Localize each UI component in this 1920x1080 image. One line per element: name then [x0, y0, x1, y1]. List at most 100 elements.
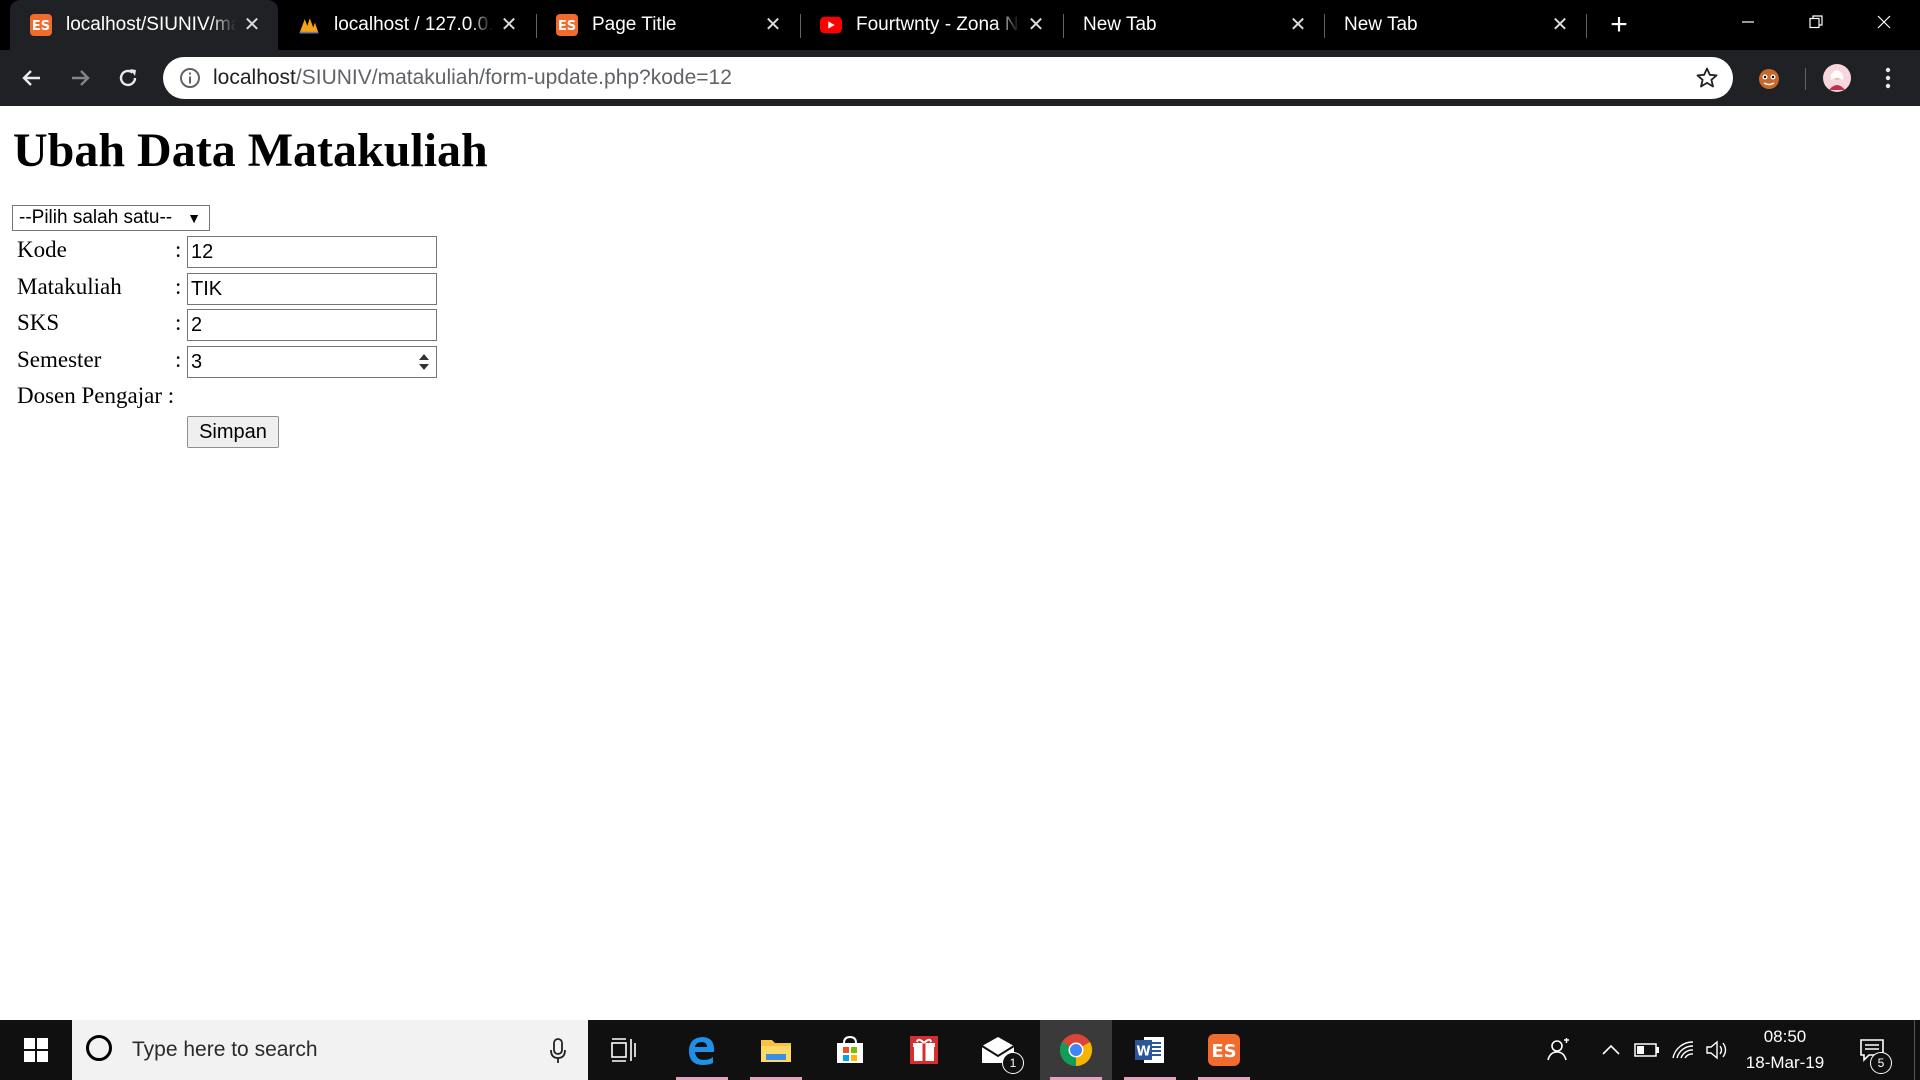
page-title: Ubah Data Matakuliah: [13, 124, 488, 177]
xampp-icon[interactable]: ES: [1188, 1020, 1260, 1080]
battery-icon[interactable]: [1630, 1020, 1664, 1080]
edge-icon[interactable]: [666, 1020, 738, 1080]
svg-text:ES: ES: [558, 19, 576, 34]
microphone-icon[interactable]: [550, 1038, 566, 1064]
tab-title: localhost / 127.0.0.1: [334, 14, 493, 35]
arrow-right-icon: [72, 70, 90, 86]
mail-badge: 1: [1002, 1052, 1024, 1074]
svg-text:W: W: [1136, 1045, 1150, 1060]
label-dosen-text: Dosen Pengajar: [17, 383, 162, 408]
youtube-icon: [820, 14, 842, 36]
close-icon: [1877, 15, 1891, 29]
label-semester: Semester: [17, 347, 102, 372]
close-icon[interactable]: ✕: [1288, 15, 1308, 35]
restore-button[interactable]: [1782, 0, 1850, 44]
more-vert-icon: [1885, 67, 1891, 89]
tab-title: New Tab: [1344, 14, 1418, 35]
taskbar-search[interactable]: Type here to search: [72, 1020, 588, 1080]
store-icon[interactable]: [814, 1020, 886, 1080]
url-path: /SIUNIV/matakuliah/form-update.php?kode=…: [295, 66, 732, 89]
close-icon[interactable]: ✕: [242, 15, 262, 35]
clock[interactable]: 08:50 18-Mar-19: [1730, 1024, 1840, 1076]
dropdown-select[interactable]: --Pilih salah satu-- ▼: [12, 205, 210, 231]
svg-text:ES: ES: [32, 19, 50, 34]
select-value: --Pilih salah satu--: [19, 207, 173, 228]
tab-title: New Tab: [1083, 14, 1157, 35]
xampp-icon: ES: [556, 14, 578, 36]
colon: :: [175, 274, 182, 299]
info-icon[interactable]: [179, 67, 201, 89]
new-tab-button[interactable]: +: [1597, 9, 1641, 43]
url-text[interactable]: localhost/SIUNIV/matakuliah/form-update.…: [213, 57, 732, 99]
minimize-button[interactable]: [1714, 0, 1782, 44]
task-view-icon[interactable]: [588, 1020, 660, 1080]
gift-icon[interactable]: [888, 1020, 960, 1080]
windows-icon: [24, 1038, 48, 1062]
xampp-icon: ES: [30, 14, 52, 36]
label-matakuliah: Matakuliah: [17, 274, 122, 299]
clock-time: 08:50: [1763, 1027, 1807, 1046]
address-bar[interactable]: localhost/SIUNIV/matakuliah/form-update.…: [163, 57, 1733, 99]
chrome-icon[interactable]: [1040, 1020, 1112, 1080]
mail-icon[interactable]: 1: [962, 1020, 1034, 1080]
phpmyadmin-icon: [298, 14, 320, 36]
forward-button[interactable]: [62, 62, 98, 94]
svg-text:ES: ES: [1211, 1041, 1236, 1062]
semester-input[interactable]: 3: [187, 346, 437, 378]
wifi-icon[interactable]: [1666, 1020, 1700, 1080]
action-center-button[interactable]: 5: [1848, 1020, 1896, 1080]
matakuliah-input[interactable]: TIK: [187, 273, 437, 305]
simpan-button[interactable]: Simpan: [187, 416, 279, 448]
tab-2[interactable]: localhost / 127.0.0.1 ✕: [278, 0, 535, 50]
kode-input[interactable]: 12: [187, 236, 437, 268]
volume-icon[interactable]: [1700, 1020, 1734, 1080]
browser-toolbar: localhost/SIUNIV/matakuliah/form-update.…: [0, 50, 1920, 106]
page-content: Ubah Data Matakuliah --Pilih salah satu-…: [0, 106, 1920, 1020]
start-button[interactable]: [0, 1020, 72, 1080]
close-icon[interactable]: ✕: [1550, 15, 1570, 35]
star-icon[interactable]: [1695, 66, 1719, 90]
close-window-button[interactable]: [1850, 0, 1918, 44]
caret-down-icon: ▼: [187, 210, 201, 226]
colon: :: [175, 347, 182, 372]
notification-badge: 5: [1870, 1052, 1892, 1074]
tab-1[interactable]: ES localhost/SIUNIV/ma ✕: [10, 0, 278, 50]
tab-6[interactable]: New Tab ✕: [1324, 0, 1586, 50]
avatar[interactable]: [1823, 64, 1851, 92]
label-dosen: Dosen Pengajar :: [17, 381, 174, 411]
tab-4[interactable]: Fourtwnty - Zona Ny ✕: [800, 0, 1062, 50]
back-button[interactable]: [14, 62, 50, 94]
extension-icon[interactable]: [1755, 64, 1783, 92]
word-icon[interactable]: W: [1114, 1020, 1186, 1080]
reload-button[interactable]: [110, 62, 146, 94]
colon: :: [167, 383, 175, 408]
minimize-icon: [1742, 21, 1754, 23]
semester-value: 3: [191, 351, 203, 373]
sks-input[interactable]: 2: [187, 309, 437, 341]
clock-date: 18-Mar-19: [1745, 1053, 1825, 1072]
people-icon[interactable]: [1536, 1020, 1580, 1080]
label-sks: SKS: [17, 310, 60, 335]
file-explorer-icon[interactable]: [740, 1020, 812, 1080]
toolbar-separator: [1805, 68, 1806, 90]
close-icon[interactable]: ✕: [1026, 15, 1046, 35]
tab-3[interactable]: ES Page Title ✕: [536, 0, 799, 50]
spinner-icon[interactable]: [418, 353, 430, 371]
label-kode: Kode: [17, 237, 67, 262]
tab-title: Page Title: [592, 14, 677, 35]
reload-icon: [119, 69, 137, 87]
tab-strip: ES localhost/SIUNIV/ma ✕ localhost / 127…: [0, 0, 1920, 50]
colon: :: [175, 237, 182, 262]
menu-button[interactable]: [1870, 62, 1906, 94]
colon: :: [175, 310, 182, 335]
show-desktop-button[interactable]: [1914, 1020, 1920, 1080]
url-host: localhost: [213, 66, 296, 89]
close-icon[interactable]: ✕: [763, 15, 783, 35]
restore-icon: [1809, 15, 1823, 29]
tab-title: Fourtwnty - Zona Ny: [856, 14, 1020, 35]
tab-5[interactable]: New Tab ✕: [1063, 0, 1324, 50]
arrow-left-icon: [22, 70, 40, 86]
chevron-up-icon[interactable]: [1594, 1020, 1628, 1080]
close-icon[interactable]: ✕: [499, 15, 519, 35]
taskbar: Type here to search 1 W ES 08:50 18-Mar-…: [0, 1020, 1920, 1080]
